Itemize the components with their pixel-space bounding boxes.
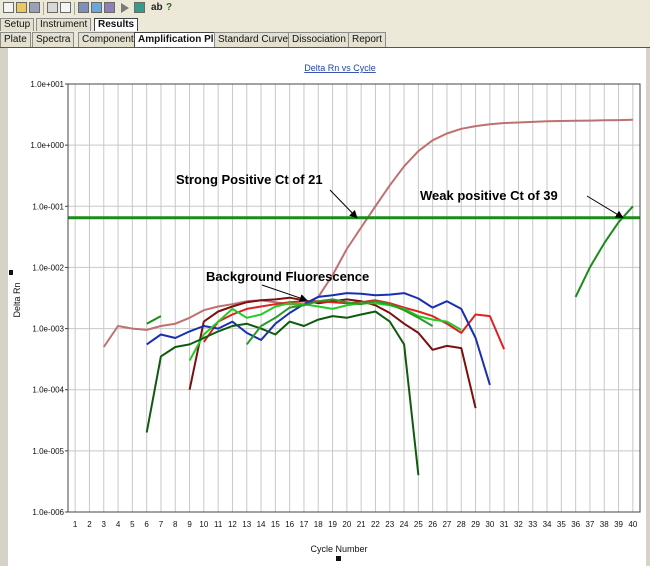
y-tick-label: 1.0e-004 (32, 386, 64, 395)
x-tick-label: 10 (199, 520, 208, 529)
x-tick-label: 13 (242, 520, 251, 529)
x-tick-label: 40 (628, 520, 637, 529)
x-tick-label: 18 (314, 520, 323, 529)
x-tick-label: 1 (73, 520, 78, 529)
x-tick-label: 12 (228, 520, 237, 529)
x-tick-label: 3 (102, 520, 107, 529)
x-tick-label: 6 (144, 520, 149, 529)
y-tick-label: 1.0e-006 (32, 508, 64, 517)
annotation-strong-positive-arrow (329, 189, 358, 219)
x-tick-label: 21 (357, 520, 366, 529)
x-tick-label: 26 (428, 520, 437, 529)
x-tick-label: 17 (299, 520, 308, 529)
x-tick-label: 14 (257, 520, 266, 529)
x-tick-label: 38 (600, 520, 609, 529)
annotation-background-fluorescence: Background Fluorescence (206, 269, 369, 284)
x-tick-label: 34 (543, 520, 552, 529)
x-tick-label: 28 (457, 520, 466, 529)
y-axis-label: Delta Rn (12, 282, 22, 317)
x-tick-label: 23 (385, 520, 394, 529)
x-tick-label: 35 (557, 520, 566, 529)
amplification-plot-chart: 1.0e+001 1.0e+000 1.0e-001 1.0e-002 1.0e-003… (9, 63, 641, 561)
x-tick-label: 25 (414, 520, 423, 529)
x-axis-label: Cycle Number (310, 544, 367, 554)
y-tick-label: 1.0e-001 (32, 202, 64, 211)
y-tick-label: 1.0e+001 (30, 80, 64, 89)
annotation-weak-positive-arrow (586, 195, 624, 219)
x-tick-label: 5 (130, 520, 135, 529)
x-axis-ticks: 1 2 3 4 5 6 7 8 9 10 11 12 13 14 15 16 17 18 19 20 21 22 23 24 2… (73, 520, 638, 529)
x-tick-label: 4 (116, 520, 121, 529)
y-tick-label: 1.0e-003 (32, 325, 64, 334)
annotation-weak-positive: Weak positive Ct of 39 (420, 188, 558, 203)
x-tick-label: 15 (271, 520, 280, 529)
x-tick-label: 27 (442, 520, 451, 529)
y-tick-label: 1.0e-005 (32, 447, 64, 456)
x-tick-label: 2 (87, 520, 92, 529)
x-tick-label: 29 (471, 520, 480, 529)
x-tick-label: 31 (500, 520, 509, 529)
x-tick-label: 33 (528, 520, 537, 529)
x-tick-label: 22 (371, 520, 380, 529)
x-tick-label: 20 (342, 520, 351, 529)
annotations-group: Strong Positive Ct of 21 Weak positive Ct… (176, 172, 624, 302)
x-tick-label: 36 (571, 520, 580, 529)
y-axis-resize-handle[interactable] (9, 270, 13, 275)
y-tick-label: 1.0e-002 (32, 263, 64, 272)
series-line-8 (146, 315, 162, 325)
annotation-strong-positive: Strong Positive Ct of 21 (176, 172, 323, 187)
x-tick-label: 19 (328, 520, 337, 529)
x-tick-label: 9 (187, 520, 192, 529)
grid (68, 83, 640, 513)
x-tick-label: 8 (173, 520, 178, 529)
x-axis-resize-handle[interactable] (336, 556, 341, 561)
x-tick-label: 30 (485, 520, 494, 529)
x-tick-label: 32 (514, 520, 523, 529)
chart-title: Delta Rn vs Cycle (304, 63, 376, 73)
y-axis-ticks: 1.0e+001 1.0e+000 1.0e-001 1.0e-002 1.0e-003… (30, 80, 68, 517)
x-tick-label: 16 (285, 520, 294, 529)
x-tick-label: 37 (585, 520, 594, 529)
plot-frame (67, 83, 641, 513)
x-tick-label: 11 (214, 520, 223, 529)
x-tick-label: 39 (614, 520, 623, 529)
y-tick-label: 1.0e+000 (30, 141, 64, 150)
x-tick-label: 24 (400, 520, 409, 529)
x-tick-label: 7 (159, 520, 164, 529)
